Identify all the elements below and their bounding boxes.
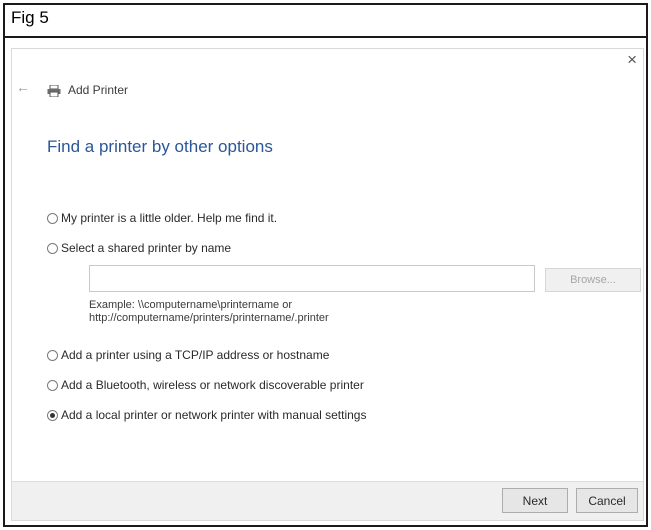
option-shared-printer[interactable]: Select a shared printer by name [47,241,231,255]
option-local-printer-label: Add a local printer or network printer w… [61,408,367,422]
option-older-printer-label: My printer is a little older. Help me fi… [61,211,278,225]
radio-older-printer[interactable] [47,212,58,224]
option-bluetooth-wireless-label: Add a Bluetooth, wireless or network dis… [61,378,364,392]
radio-bluetooth-wireless[interactable] [47,379,58,391]
close-icon[interactable]: × [627,51,637,68]
radio-local-printer[interactable] [47,409,58,421]
option-shared-printer-label: Select a shared printer by name [61,241,232,255]
example-line-1: Example: \\computername\printername or [89,299,292,311]
page-heading: Find a printer by other options [47,137,273,156]
dialog-title: Add Printer [68,83,129,97]
radio-tcpip[interactable] [47,349,58,361]
figure-frame: Fig 5 × ← Add Printer Find a printer by … [3,3,648,527]
example-line-2: http://computername/printers/printername… [89,312,329,324]
printer-icon [47,85,61,97]
radio-shared-printer[interactable] [47,242,58,254]
figure-label: Fig 5 [11,8,49,27]
back-arrow-icon[interactable]: ← [16,80,30,94]
figure-divider [5,36,646,38]
shared-printer-name-input[interactable] [89,265,535,292]
next-button[interactable]: Next [502,488,568,513]
cancel-button[interactable]: Cancel [576,488,638,513]
example-text: Example: \\computername\printername or h… [89,299,329,325]
option-tcpip[interactable]: Add a printer using a TCP/IP address or … [47,348,329,362]
dialog-footer: Next Cancel [12,481,643,520]
option-tcpip-label: Add a printer using a TCP/IP address or … [61,348,330,362]
browse-button[interactable]: Browse... [545,268,641,292]
option-bluetooth-wireless[interactable]: Add a Bluetooth, wireless or network dis… [47,378,364,392]
option-older-printer[interactable]: My printer is a little older. Help me fi… [47,211,277,225]
option-local-printer[interactable]: Add a local printer or network printer w… [47,408,366,422]
add-printer-dialog: × ← Add Printer Find a printer by other … [11,48,644,521]
